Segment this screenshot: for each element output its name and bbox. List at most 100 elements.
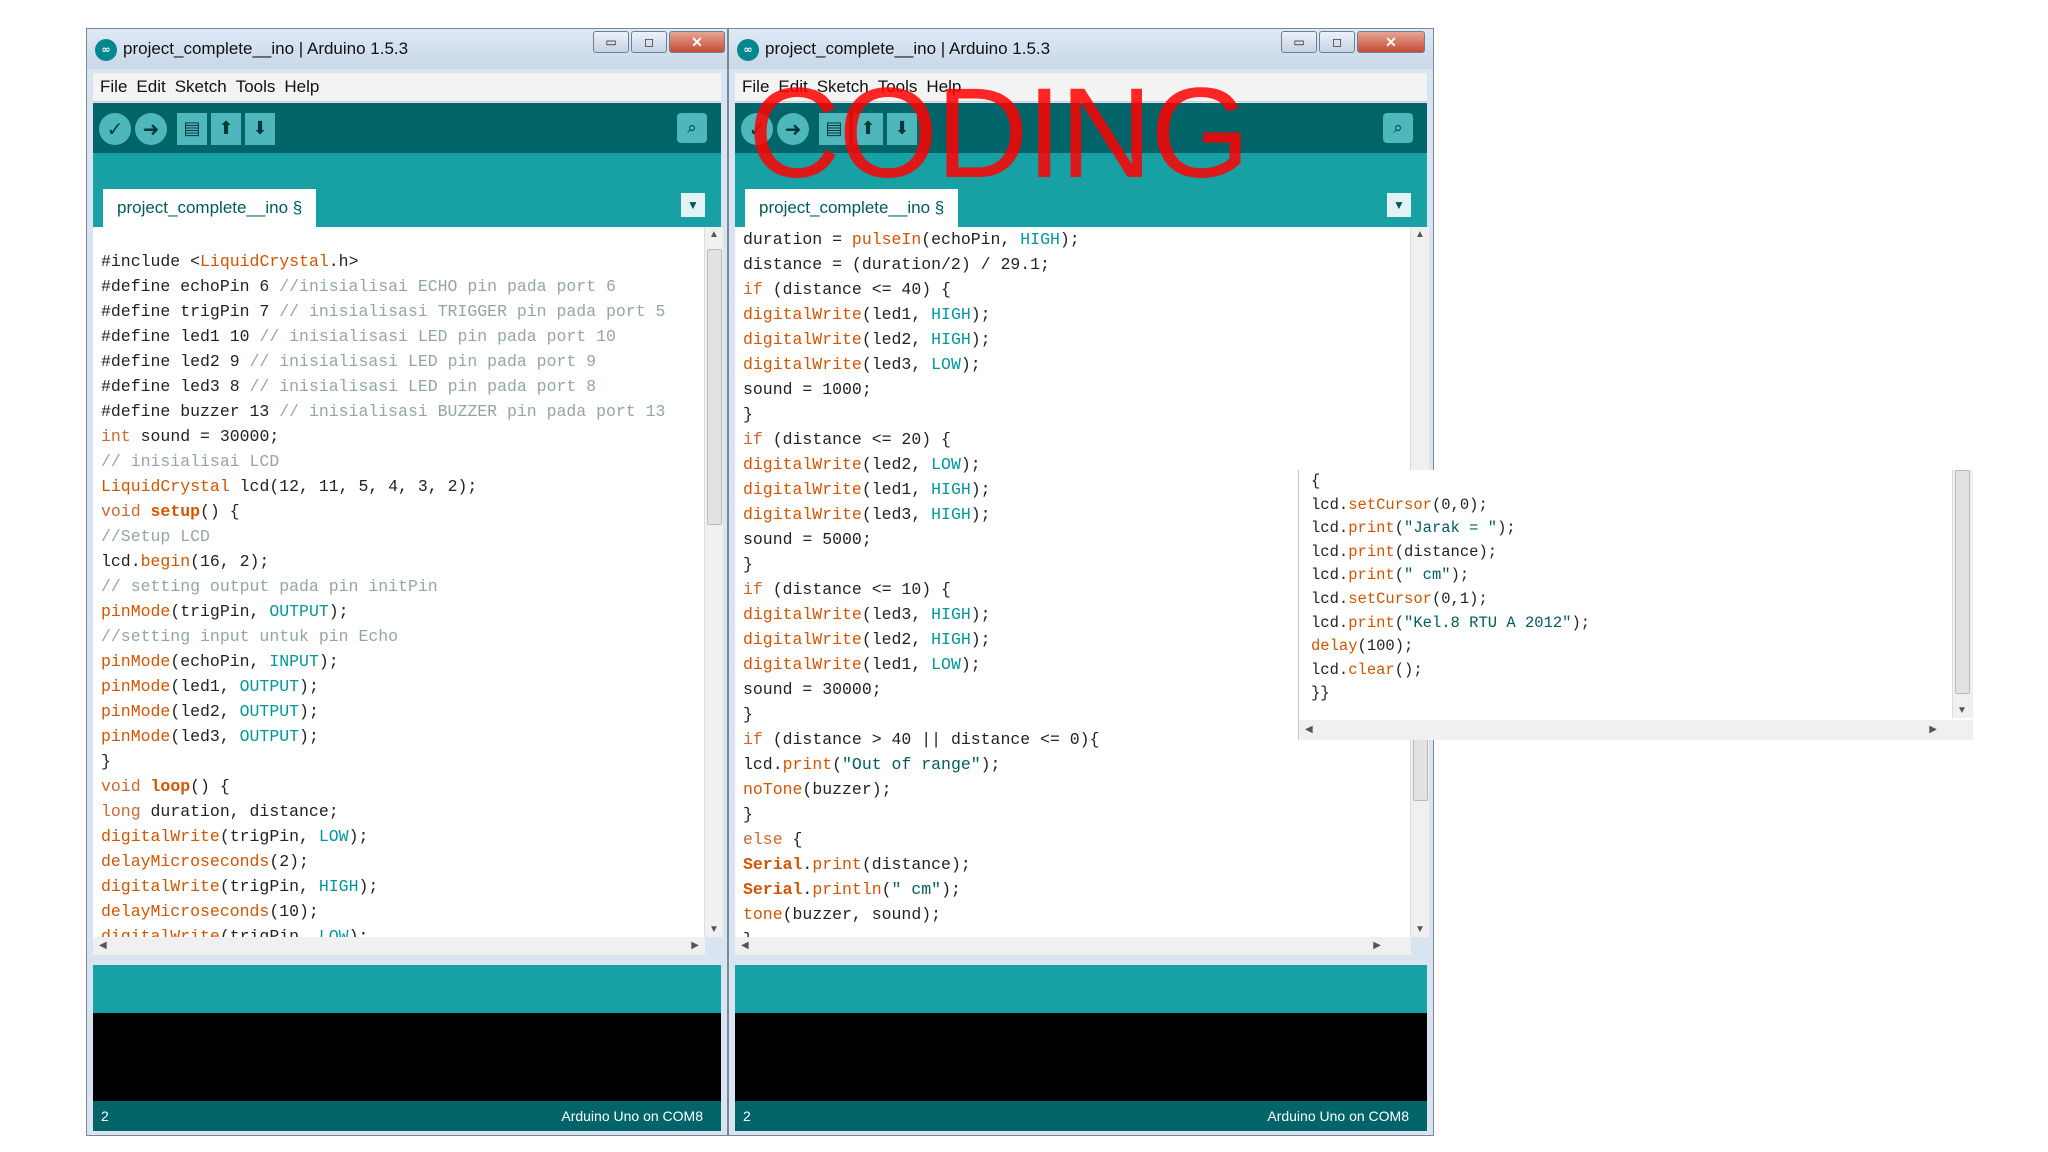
code-token: (distance > 40 || distance <= 0){ [762, 730, 1100, 749]
minimize-button[interactable]: ▭ [1281, 31, 1317, 53]
menu-file[interactable]: File [100, 73, 127, 101]
menu-edit[interactable]: Edit [136, 73, 165, 101]
serial-monitor-icon[interactable]: ⌕ [1383, 113, 1413, 143]
scroll-left-arrow-icon[interactable]: ◀ [1305, 724, 1313, 735]
code-token: (led1, [861, 305, 932, 324]
vertical-scrollbar[interactable]: ▲ ▼ [704, 227, 723, 937]
code-line: sound = 30000; [743, 677, 1099, 702]
code-token: pinMode [101, 677, 171, 696]
code-token: else [743, 830, 783, 849]
code-token: (0,0); [1431, 495, 1488, 514]
vertical-scrollbar[interactable]: ▼ [1952, 470, 1973, 718]
serial-monitor-icon[interactable]: ⌕ [677, 113, 707, 143]
code-line: #define buzzer 13 // inisialisasi BUZZER… [101, 399, 665, 424]
code-token: lcd. [1311, 660, 1349, 679]
menu-help[interactable]: Help [284, 73, 319, 101]
scroll-down-arrow-icon[interactable]: ▼ [1415, 924, 1425, 935]
code-token: #define buzzer 13 [101, 402, 280, 421]
scroll-right-arrow-icon[interactable]: ▶ [691, 940, 699, 951]
verify-icon[interactable]: ✓ [99, 113, 131, 145]
scrollbar-thumb[interactable] [707, 249, 722, 525]
menu-tools[interactable]: Tools [236, 73, 276, 101]
console-output [93, 1013, 721, 1101]
code-line: // inisialisai LCD [101, 449, 665, 474]
code-line: #define trigPin 7 // inisialisasi TRIGGE… [101, 299, 665, 324]
horizontal-scrollbar[interactable]: ◀ ▶ [93, 937, 705, 955]
code-token: ); [1450, 566, 1470, 585]
code-token: sound = 30000; [130, 427, 280, 446]
code-token: OUTPUT [269, 602, 329, 621]
code-token: lcd. [1311, 542, 1349, 561]
code-token: #define echoPin 6 [101, 277, 280, 296]
code-token: digitalWrite [743, 330, 862, 349]
horizontal-scrollbar[interactable]: ◀ ▶ [735, 937, 1411, 955]
code-token: // inisialisasi LED pin pada port 10 [259, 327, 616, 346]
code-token: HIGH [931, 480, 971, 499]
close-button[interactable]: ✕ [1357, 31, 1425, 53]
code-token: // inisialisasi BUZZER pin pada port 13 [279, 402, 666, 421]
open-sketch-icon[interactable]: ⬆ [211, 113, 241, 145]
code-token: ); [970, 605, 991, 624]
window-title: project_complete__ino | Arduino 1.5.3 [123, 39, 409, 58]
code-token: if [743, 580, 763, 599]
left-arduino-window: ∞ project_complete__ino | Arduino 1.5.3 … [86, 28, 728, 1136]
scroll-down-arrow-icon[interactable]: ▼ [709, 924, 719, 935]
code-token: digitalWrite [743, 505, 862, 524]
code-token: HIGH [318, 877, 359, 896]
code-token: digitalWrite [743, 630, 862, 649]
code-line: void loop() { [101, 774, 665, 799]
code-line: } [743, 802, 1099, 827]
menu-sketch[interactable]: Sketch [175, 73, 227, 101]
scroll-left-arrow-icon[interactable]: ◀ [741, 940, 749, 951]
scroll-up-arrow-icon[interactable]: ▲ [709, 229, 719, 240]
code-token: .h> [328, 252, 359, 271]
code-token: int [101, 427, 131, 446]
code-text[interactable]: #include <LiquidCrystal.h> #define echoPi… [101, 249, 665, 937]
code-line: } [743, 402, 1099, 427]
scroll-right-arrow-icon[interactable]: ▶ [1929, 724, 1937, 735]
code-line: distance = (duration/2) / 29.1; [743, 252, 1099, 277]
scroll-down-arrow-icon[interactable]: ▼ [1957, 705, 1967, 716]
code-line: digitalWrite(led1, HIGH); [743, 302, 1099, 327]
code-line: digitalWrite(led1, LOW); [743, 652, 1099, 677]
code-token: ); [960, 355, 981, 374]
code-token: LOW [931, 655, 961, 674]
new-sketch-icon[interactable]: ▤ [177, 113, 207, 145]
tab-menu-chevron-down-icon[interactable]: ▼ [1387, 193, 1411, 217]
code-token: ); [960, 455, 981, 474]
code-editor[interactable]: #include <LiquidCrystal.h> #define echoPi… [93, 227, 723, 937]
code-line: digitalWrite(led2, LOW); [743, 452, 1099, 477]
close-button[interactable]: ✕ [669, 31, 725, 53]
board-port: Arduino Uno on COM8 [561, 1108, 703, 1124]
minimize-button[interactable]: ▭ [593, 31, 629, 53]
scroll-left-arrow-icon[interactable]: ◀ [99, 940, 107, 951]
code-line: Serial.println(" cm"); [743, 877, 1099, 902]
code-token: print [1348, 613, 1395, 632]
code-token: HIGH [1020, 230, 1060, 249]
code-token: HIGH [931, 605, 971, 624]
code-token: (led1, [861, 480, 932, 499]
code-line: pinMode(echoPin, INPUT); [101, 649, 665, 674]
code-text[interactable]: duration = pulseIn(echoPin, HIGH); distan… [743, 227, 1099, 937]
code-token: (led3, [861, 605, 932, 624]
maximize-button[interactable]: ◻ [1319, 31, 1355, 53]
scrollbar-thumb[interactable] [1955, 470, 1970, 694]
upload-icon[interactable]: ➜ [135, 113, 167, 145]
scroll-right-arrow-icon[interactable]: ▶ [1373, 940, 1381, 951]
console-header [735, 965, 1427, 1013]
code-token: delay [1311, 637, 1358, 656]
code-token: { [782, 830, 803, 849]
code-token: . [802, 880, 813, 899]
code-token: OUTPUT [239, 702, 300, 721]
horizontal-scrollbar[interactable]: ◀ ▶ [1299, 720, 1973, 740]
code-token: (led2, [861, 630, 932, 649]
code-token: lcd. [101, 552, 141, 571]
save-sketch-icon[interactable]: ⬇ [245, 113, 275, 145]
code-line: lcd.clear(); [1311, 659, 1590, 683]
board-port: Arduino Uno on COM8 [1267, 1108, 1409, 1124]
tab-sketch[interactable]: project_complete__ino § [103, 189, 317, 227]
tab-menu-chevron-down-icon[interactable]: ▼ [681, 193, 705, 217]
scroll-up-arrow-icon[interactable]: ▲ [1415, 229, 1425, 240]
maximize-button[interactable]: ◻ [631, 31, 667, 53]
